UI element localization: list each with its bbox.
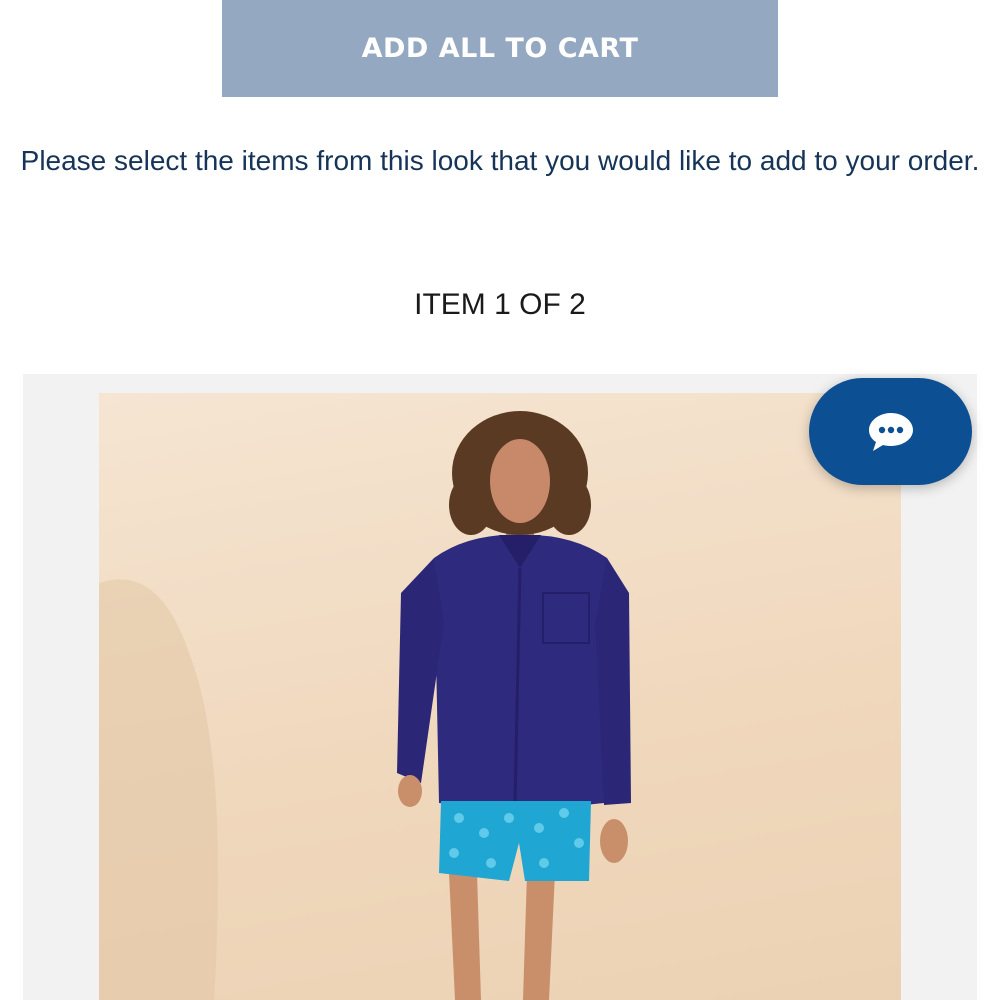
right-hand [600, 819, 628, 863]
right-leg [523, 873, 555, 1000]
left-leg [449, 873, 481, 1000]
add-all-to-cart-button[interactable]: ADD ALL TO CART [222, 0, 778, 97]
product-image[interactable] [99, 393, 901, 1000]
item-counter: ITEM 1 OF 2 [414, 288, 586, 321]
left-hand [398, 775, 422, 807]
chat-button[interactable] [809, 378, 972, 485]
wall-shadow [99, 579, 219, 1000]
left-sleeve [397, 558, 444, 783]
chat-bubble-icon [868, 412, 913, 451]
face [490, 439, 550, 523]
model-illustration [99, 411, 631, 1000]
instructions-text: Please select the items from this look t… [20, 145, 980, 176]
